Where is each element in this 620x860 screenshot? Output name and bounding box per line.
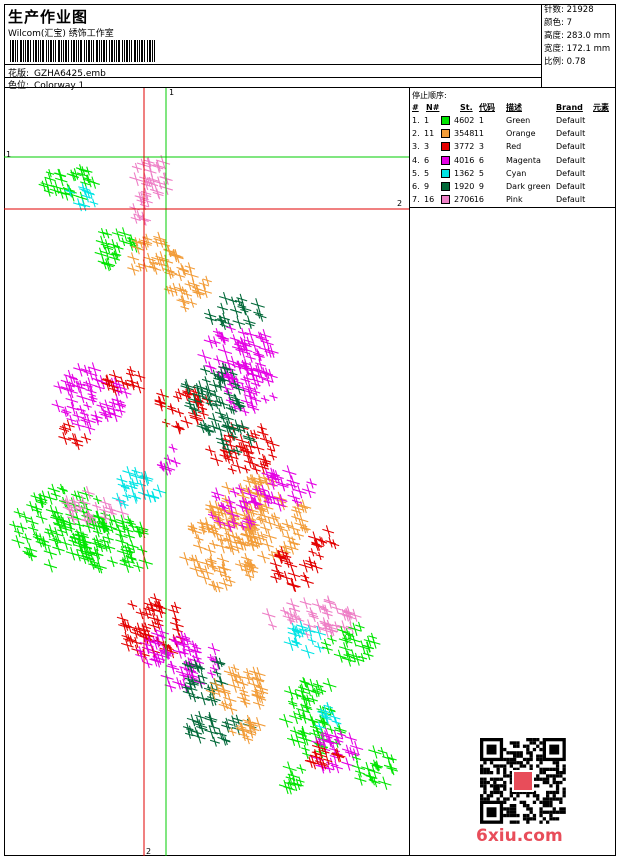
- col-needle: N#: [426, 103, 440, 112]
- table-row: 4. 6 4016 6 Magenta Default: [412, 154, 614, 167]
- cell-n: 11: [424, 129, 435, 139]
- cell-desc: Magenta: [506, 155, 541, 165]
- stitch-cluster-orange: [179, 502, 266, 593]
- header-divider: [4, 64, 541, 65]
- stitch-cluster-cyan: [283, 620, 327, 659]
- color-swatch: [441, 142, 450, 152]
- header-divider: [4, 77, 541, 78]
- cell-desc: Red: [506, 142, 522, 152]
- cell-idx: 7.: [412, 195, 420, 205]
- stitch-cluster-cyan: [314, 701, 342, 732]
- page-title: 生产作业图: [8, 8, 89, 26]
- qr-code: [480, 738, 566, 824]
- cell-brand: Default: [556, 168, 586, 178]
- col-code: 代码: [479, 103, 495, 112]
- cell-brand: Default: [556, 116, 586, 125]
- cell-idx: 3.: [412, 142, 420, 152]
- cell-idx: 6.: [412, 182, 420, 191]
- cell-idx: 4.: [412, 155, 420, 165]
- cell-n: 5: [424, 168, 430, 178]
- table-row: 3. 3 3772 3 Red Default: [412, 140, 614, 153]
- col-brand: Brand: [556, 103, 583, 112]
- stitch-cluster-green: [9, 483, 117, 573]
- stat-colors: 颜色: 7: [544, 18, 572, 28]
- stat-height: 高度: 283.0 mm: [544, 31, 611, 41]
- cell-desc: Green: [506, 116, 531, 125]
- table-header: # N# St. 代码 描述 Brand 元素: [412, 101, 614, 114]
- stitch-cluster-dark-green: [182, 710, 257, 747]
- stitch-cluster-dark-green: [204, 291, 267, 331]
- stitch-cluster-orange: [228, 714, 266, 745]
- color-swatch: [441, 116, 450, 125]
- table-row: 2. 11 3548 11 Orange Default: [412, 127, 614, 140]
- table-row: 6. 9 1920 9 Dark green Default: [412, 180, 614, 193]
- cell-idx: 2.: [412, 129, 420, 139]
- cell-n: 1: [424, 116, 430, 125]
- cell-n: 9: [424, 182, 430, 191]
- cell-brand: Default: [556, 155, 586, 165]
- embroidery-artwork: [4, 88, 409, 856]
- color-swatch: [441, 168, 450, 178]
- col-element: 元素: [593, 103, 609, 112]
- cell-code: 5: [478, 168, 484, 178]
- color-swatch: [441, 195, 450, 205]
- cell-brand: Default: [556, 129, 586, 139]
- stop-sequence-title: 停止顺序:: [412, 91, 447, 100]
- cell-n: 6: [424, 155, 430, 165]
- stat-stitches: 针数: 21928: [544, 5, 594, 15]
- stat-width: 宽度: 172.1 mm: [544, 44, 611, 54]
- cell-code: 3: [478, 142, 484, 152]
- color-swatch: [441, 155, 450, 165]
- stitch-cluster-orange: [127, 231, 184, 280]
- guide-h1-label: 1: [6, 150, 12, 159]
- cell-brand: Default: [556, 142, 586, 152]
- stitch-cluster-cyan: [111, 466, 166, 509]
- stats-panel: 针数: 21928 颜色: 7 高度: 283.0 mm 宽度: 172.1 m…: [542, 4, 616, 88]
- cell-code: 16: [473, 195, 484, 205]
- cell-code: 6: [478, 155, 484, 165]
- col-index: #: [412, 103, 419, 112]
- table-row: 7. 16 2706 16 Pink Default: [412, 193, 614, 206]
- header-panel: 生产作业图 Wilcom(汇宝) 绣饰工作室 花版: GZHA6425.emb 色…: [4, 4, 542, 91]
- stitch-cluster-red: [308, 525, 340, 561]
- col-desc: 描述: [506, 103, 522, 112]
- company-name: Wilcom(汇宝) 绣饰工作室: [8, 29, 114, 39]
- col-stitches: St.: [460, 103, 473, 112]
- cell-n: 3: [424, 142, 430, 152]
- cell-n: 16: [424, 195, 435, 205]
- cell-brand: Default: [556, 182, 586, 191]
- cell-desc: Orange: [506, 129, 536, 139]
- cell-code: 1: [478, 116, 484, 125]
- guide-v1-label: 1: [169, 88, 175, 97]
- cell-idx: 1.: [412, 116, 420, 125]
- stitch-cluster-green: [278, 761, 307, 795]
- stitch-cluster-green: [94, 227, 141, 272]
- cell-desc: Cyan: [506, 168, 527, 178]
- stat-scale: 比例: 0.78: [544, 57, 586, 67]
- barcode: [10, 40, 155, 62]
- guide-h2-label: 2: [397, 199, 403, 208]
- alignment-guides: [4, 88, 409, 856]
- stitch-cluster-pink: [61, 485, 129, 528]
- stitch-cluster-red: [100, 365, 146, 396]
- color-swatch: [441, 182, 450, 191]
- table-row: 5. 5 1362 5 Cyan Default: [412, 167, 614, 180]
- stitch-cluster-red: [154, 384, 213, 435]
- cell-desc: Pink: [506, 195, 523, 205]
- guide-v2-label: 2: [146, 847, 152, 856]
- cell-code: 9: [478, 182, 484, 191]
- cell-code: 11: [473, 129, 484, 139]
- embroidery-preview: 1 2 1 2: [4, 88, 410, 856]
- stitch-cluster-magenta: [156, 443, 181, 476]
- watermark: 6xiu.com: [476, 826, 563, 846]
- stitch-cluster-green: [351, 745, 399, 790]
- color-swatch: [441, 129, 450, 139]
- cell-brand: Default: [556, 195, 586, 205]
- cell-idx: 5.: [412, 168, 420, 178]
- table-row: 1. 1 4602 1 Green Default: [412, 114, 614, 127]
- cell-desc: Dark green: [506, 182, 551, 191]
- stop-sequence-table: 停止顺序: # N# St. 代码 描述 Brand 元素 1. 1 4602 1 Gr…: [410, 88, 616, 208]
